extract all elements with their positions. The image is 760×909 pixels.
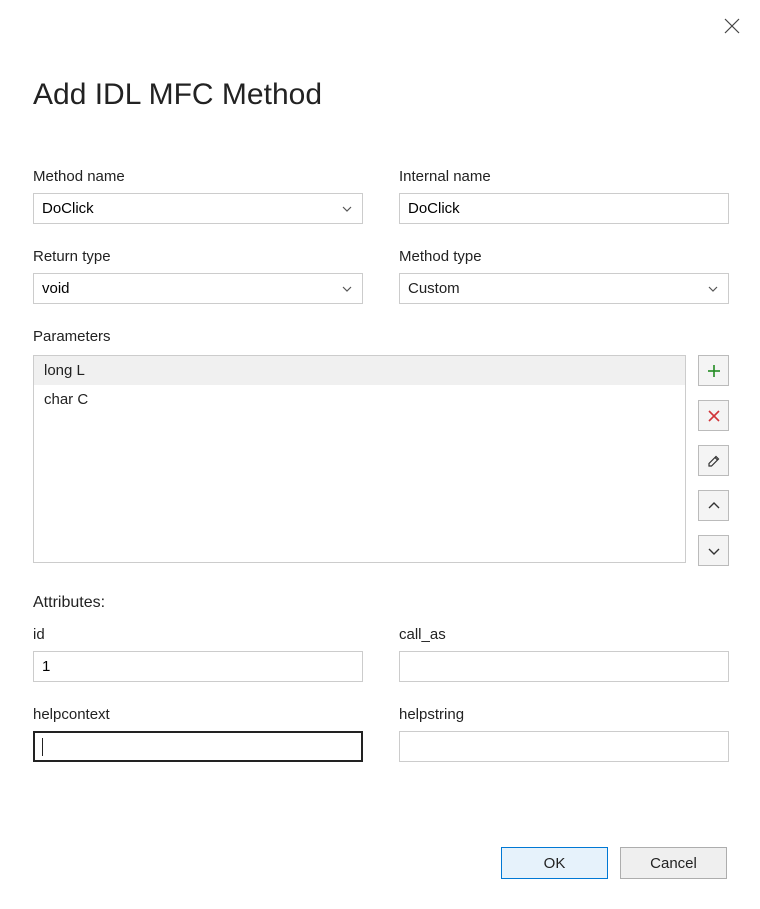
x-icon bbox=[706, 408, 722, 424]
chevron-down-icon bbox=[338, 200, 356, 218]
row-attr-2: helpcontext helpstring bbox=[33, 706, 729, 762]
helpstring-textbox[interactable] bbox=[399, 731, 729, 762]
remove-parameter-button[interactable] bbox=[698, 400, 729, 431]
helpstring-input[interactable] bbox=[408, 732, 720, 761]
close-button[interactable] bbox=[724, 18, 740, 34]
move-up-button[interactable] bbox=[698, 490, 729, 521]
internal-name-input[interactable] bbox=[408, 194, 720, 223]
chevron-down-icon bbox=[704, 280, 722, 298]
chevron-down-icon bbox=[338, 280, 356, 298]
call-as-input[interactable] bbox=[408, 652, 720, 681]
method-name-label: Method name bbox=[33, 168, 363, 185]
plus-icon bbox=[706, 363, 722, 379]
parameters-row: long Lchar C bbox=[33, 355, 729, 566]
parameter-item[interactable]: long L bbox=[34, 356, 685, 385]
call-as-label: call_as bbox=[399, 626, 729, 643]
internal-name-group: Internal name bbox=[399, 168, 729, 224]
return-type-group: Return type bbox=[33, 248, 363, 304]
close-icon bbox=[724, 18, 740, 34]
chevron-up-icon bbox=[706, 498, 722, 514]
parameters-button-column bbox=[698, 355, 729, 566]
parameters-list[interactable]: long Lchar C bbox=[33, 355, 686, 563]
method-name-input[interactable] bbox=[42, 194, 334, 223]
helpcontext-textbox[interactable] bbox=[33, 731, 363, 762]
method-type-label: Method type bbox=[399, 248, 729, 265]
helpcontext-group: helpcontext bbox=[33, 706, 363, 762]
row-names: Method name Internal name bbox=[33, 168, 729, 224]
move-down-button[interactable] bbox=[698, 535, 729, 566]
parameters-group: Parameters long Lchar C bbox=[33, 328, 729, 566]
row-attr-1: id call_as bbox=[33, 626, 729, 682]
cancel-button[interactable]: Cancel bbox=[620, 847, 727, 879]
method-name-group: Method name bbox=[33, 168, 363, 224]
method-name-combo[interactable] bbox=[33, 193, 363, 224]
parameter-item[interactable]: char C bbox=[34, 385, 685, 414]
method-type-select[interactable]: Custom bbox=[399, 273, 729, 304]
add-parameter-button[interactable] bbox=[698, 355, 729, 386]
return-type-input[interactable] bbox=[42, 274, 334, 303]
content-area: Method name Internal name Return type bbox=[33, 168, 729, 762]
return-type-label: Return type bbox=[33, 248, 363, 265]
id-group: id bbox=[33, 626, 363, 682]
text-caret bbox=[42, 738, 43, 756]
method-type-value: Custom bbox=[408, 280, 460, 297]
helpcontext-label: helpcontext bbox=[33, 706, 363, 723]
call-as-group: call_as bbox=[399, 626, 729, 682]
helpstring-group: helpstring bbox=[399, 706, 729, 762]
id-input[interactable] bbox=[42, 652, 354, 681]
ok-button[interactable]: OK bbox=[501, 847, 608, 879]
dialog-title: Add IDL MFC Method bbox=[33, 78, 322, 112]
attributes-header: Attributes: bbox=[33, 594, 729, 612]
action-buttons: OK Cancel bbox=[501, 847, 727, 879]
internal-name-label: Internal name bbox=[399, 168, 729, 185]
return-type-combo[interactable] bbox=[33, 273, 363, 304]
helpstring-label: helpstring bbox=[399, 706, 729, 723]
method-type-group: Method type Custom bbox=[399, 248, 729, 304]
chevron-down-icon bbox=[706, 543, 722, 559]
id-label: id bbox=[33, 626, 363, 643]
call-as-textbox[interactable] bbox=[399, 651, 729, 682]
dialog: Add IDL MFC Method Method name Internal … bbox=[0, 0, 760, 909]
parameters-label: Parameters bbox=[33, 328, 729, 345]
internal-name-textbox[interactable] bbox=[399, 193, 729, 224]
row-types: Return type Method type Custom bbox=[33, 248, 729, 304]
id-textbox[interactable] bbox=[33, 651, 363, 682]
edit-parameter-button[interactable] bbox=[698, 445, 729, 476]
pencil-icon bbox=[706, 453, 722, 469]
